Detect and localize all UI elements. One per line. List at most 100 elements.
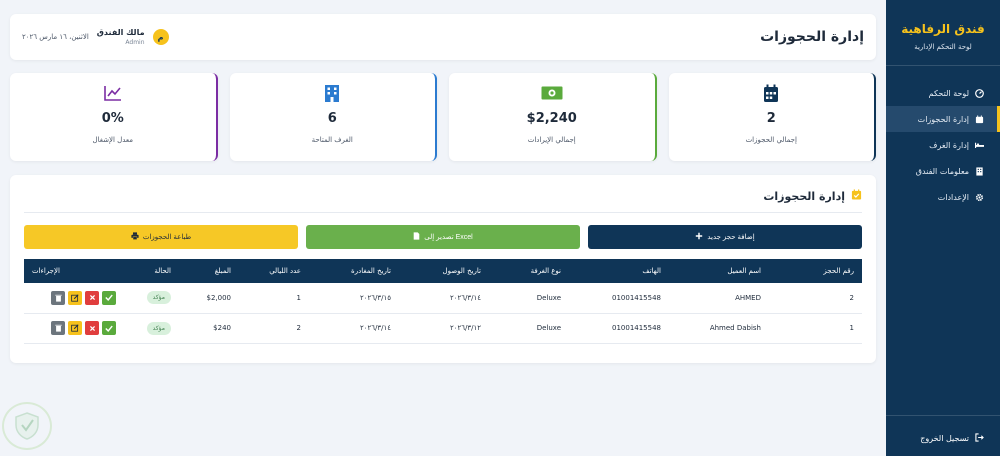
row-checkout: ٢٠٢٦/٣/١٤: [309, 313, 399, 344]
stat-label: إجمالي الحجوزات: [745, 136, 797, 144]
current-date: الاثنين، ١٦ مارس ٢٠٢٦: [22, 33, 89, 41]
row-checkin: ٢٠٢٦/٣/١٢: [399, 313, 489, 344]
row-customer-name: Ahmed Dabish: [669, 313, 769, 344]
row-room-type: Deluxe: [489, 313, 569, 344]
stat-label: إجمالي الإيرادات: [527, 136, 576, 144]
col-checkout: تاريخ المغادرة: [351, 267, 391, 275]
stat-value: 0%: [101, 111, 124, 126]
sidebar-item-label: الإعدادات: [937, 192, 969, 202]
status-badge: مؤكد: [146, 321, 171, 335]
calendar-icon: [975, 114, 984, 124]
dashboard-icon: [975, 88, 984, 98]
row-nights: 2: [239, 313, 309, 344]
plus-icon: [695, 232, 703, 242]
logout-icon: [975, 433, 984, 444]
delete-button[interactable]: [51, 321, 65, 335]
print-bookings-button[interactable]: طباعة الحجوزات: [24, 225, 298, 249]
sidebar-item-bookings[interactable]: إدارة الحجوزات: [886, 106, 1000, 132]
sidebar-item-label: معلومات الفندق: [915, 166, 969, 176]
table-header-row: الإجراءات الحالة المبلغ عدد الليالي تاري…: [24, 259, 862, 283]
table-row: مؤكد $240 2 ٢٠٢٦/٣/١٤ ٢٠٢٦/٣/١٢ Deluxe 0…: [24, 313, 862, 344]
stat-available-rooms: 6 الغرف المتاحة: [229, 73, 437, 161]
delete-button[interactable]: [51, 290, 65, 305]
user-info: الاثنين، ١٦ مارس ٢٠٢٦ مالك الفندق Admin …: [22, 28, 169, 46]
col-room-type: نوع الغرفة: [530, 267, 561, 275]
cancel-booking-button[interactable]: [85, 321, 99, 335]
row-amount: $240: [179, 313, 239, 344]
user-role: Admin: [125, 39, 145, 46]
stat-label: معدل الإشغال: [92, 136, 133, 144]
row-room-type: Deluxe: [489, 283, 569, 314]
row-nights: 1: [239, 283, 309, 314]
stat-revenue: $2,240 إجمالي الإيرادات: [449, 73, 657, 161]
row-booking-id: 1: [769, 313, 862, 344]
bed-icon: [975, 141, 984, 150]
panel-header: إدارة الحجوزات: [24, 189, 862, 203]
sidebar-item-label: إدارة الغرف: [929, 140, 969, 150]
stat-value: 2: [766, 111, 776, 126]
status-badge: مؤكد: [146, 291, 171, 305]
sidebar-item-settings[interactable]: الإعدادات: [886, 184, 1000, 210]
row-checkout: ٢٠٢٦/٣/١٥: [309, 283, 399, 314]
row-phone: 01001415548: [569, 283, 669, 314]
panel-title: إدارة الحجوزات: [763, 189, 845, 203]
user-name: مالك الفندق: [96, 28, 145, 37]
print-icon: [131, 232, 139, 242]
row-customer-name: AHMED: [669, 283, 769, 314]
row-actions: [24, 283, 124, 314]
action-buttons: طباعة الحجوزات تصدير إلى Excel إضافة حجز…: [24, 225, 862, 249]
table-row: مؤكد $2,000 1 ٢٠٢٦/٣/١٥ ٢٠٢٦/٣/١٤ Deluxe…: [24, 283, 862, 314]
row-checkin: ٢٠٢٦/٣/١٤: [399, 283, 489, 314]
export-button-label: تصدير إلى Excel: [424, 234, 473, 241]
sidebar-item-label: لوحة التحكم: [928, 88, 969, 98]
sidebar-item-rooms[interactable]: إدارة الغرف: [886, 132, 1000, 158]
page-header: الاثنين، ١٦ مارس ٢٠٢٦ مالك الفندق Admin …: [10, 14, 876, 60]
brand: فندق الرفاهية لوحة التحكم الإدارية: [886, 0, 1000, 51]
user-details: مالك الفندق Admin: [97, 28, 145, 46]
sidebar-divider: [886, 415, 1000, 416]
export-excel-button[interactable]: تصدير إلى Excel: [306, 225, 580, 249]
col-checkin: تاريخ الوصول: [442, 267, 482, 275]
edit-button[interactable]: [68, 321, 82, 335]
brand-title: فندق الرفاهية: [901, 22, 985, 36]
stat-occupancy: 0% معدل الإشغال: [10, 73, 218, 161]
panel-divider: [24, 212, 862, 213]
avatar[interactable]: م: [152, 29, 169, 45]
row-actions: [24, 313, 124, 344]
sidebar: فندق الرفاهية لوحة التحكم الإدارية لوحة …: [886, 0, 1000, 456]
cancel-booking-button[interactable]: [85, 290, 99, 305]
money-icon: [449, 83, 655, 103]
logout-button[interactable]: تسجيل الخروج: [920, 433, 984, 444]
sidebar-item-dashboard[interactable]: لوحة التحكم: [886, 80, 1000, 106]
add-booking-button[interactable]: إضافة حجز جديد: [588, 225, 862, 249]
calendar-check-icon: [851, 189, 862, 203]
chart-line-icon: [10, 83, 216, 103]
row-phone: 01001415548: [569, 313, 669, 344]
stat-value: $2,240: [526, 111, 577, 126]
sidebar-item-label: إدارة الحجوزات: [917, 114, 969, 124]
stat-label: الغرف المتاحة: [311, 136, 353, 144]
col-status: الحالة: [154, 267, 171, 275]
sidebar-item-hotel-info[interactable]: معلومات الفندق: [886, 158, 1000, 184]
confirm-booking-button[interactable]: [102, 290, 116, 305]
logout-label: تسجيل الخروج: [920, 434, 969, 443]
brand-subtitle: لوحة التحكم الإدارية: [914, 43, 972, 51]
file-excel-icon: [413, 232, 420, 242]
col-nights: عدد الليالي: [269, 267, 301, 275]
sidebar-divider: [886, 65, 1000, 66]
confirm-booking-button[interactable]: [102, 321, 116, 335]
main-content: الاثنين، ١٦ مارس ٢٠٢٦ مالك الفندق Admin …: [10, 14, 876, 363]
page-title: إدارة الحجوزات: [760, 29, 864, 45]
row-status: مؤكد: [124, 313, 179, 344]
col-customer-name: اسم العميل: [727, 267, 761, 275]
gear-icon: [975, 193, 984, 202]
print-button-label: طباعة الحجوزات: [142, 234, 192, 241]
watermark-shield-icon: [2, 402, 52, 450]
building-icon: [230, 83, 436, 103]
stats-row: 0% معدل الإشغال 6 الغرف المتاحة $2,240 إ…: [10, 73, 876, 161]
edit-button[interactable]: [68, 290, 82, 305]
calendar-icon: [669, 83, 875, 103]
col-phone: الهاتف: [642, 267, 661, 275]
col-amount: المبلغ: [214, 267, 231, 275]
row-amount: $2,000: [179, 283, 239, 314]
